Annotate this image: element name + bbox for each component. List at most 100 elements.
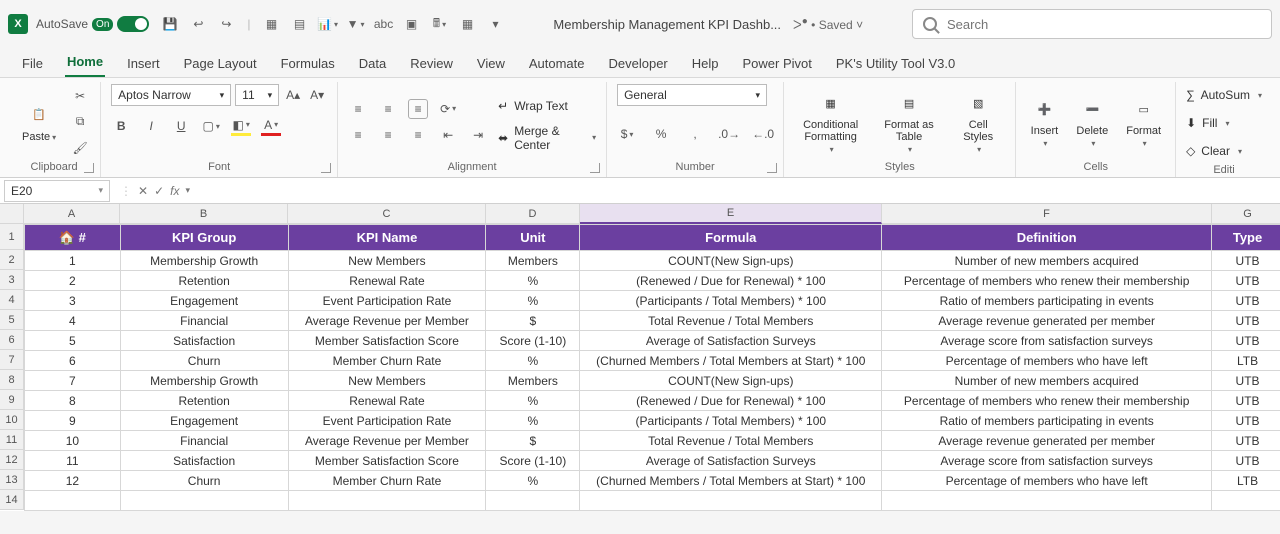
- cell[interactable]: 8: [25, 391, 121, 411]
- cell[interactable]: UTB: [1212, 251, 1280, 271]
- increase-decimal-icon[interactable]: .0→: [719, 124, 739, 144]
- cell[interactable]: Members: [486, 251, 580, 271]
- borders-icon[interactable]: ▦: [263, 15, 281, 33]
- header-cell-E[interactable]: Formula: [580, 225, 882, 251]
- autosum-button[interactable]: ∑AutoSum: [1186, 84, 1262, 106]
- cell[interactable]: Financial: [120, 311, 288, 331]
- accounting-format-icon[interactable]: $: [617, 124, 637, 144]
- column-header-B[interactable]: B: [120, 204, 288, 224]
- ribbon-tab-automate[interactable]: Automate: [527, 52, 587, 77]
- ribbon-tab-review[interactable]: Review: [408, 52, 455, 77]
- cell[interactable]: Score (1-10): [486, 451, 580, 471]
- redo-icon[interactable]: ↪: [217, 15, 235, 33]
- cell[interactable]: New Members: [288, 251, 486, 271]
- fill-color-button[interactable]: ◧: [231, 116, 251, 136]
- cell[interactable]: Renewal Rate: [288, 391, 486, 411]
- orientation-icon[interactable]: ⟳: [438, 99, 458, 119]
- cell[interactable]: UTB: [1212, 291, 1280, 311]
- cell[interactable]: COUNT(New Sign-ups): [580, 251, 882, 271]
- fx-icon[interactable]: fx: [170, 184, 179, 198]
- cell[interactable]: UTB: [1212, 391, 1280, 411]
- cancel-formula-icon[interactable]: ✕: [138, 184, 148, 198]
- cell[interactable]: %: [486, 391, 580, 411]
- comma-format-icon[interactable]: ,: [685, 124, 705, 144]
- row-header-13[interactable]: 13: [0, 470, 24, 490]
- fx-dropdown-icon[interactable]: ▾: [185, 185, 190, 196]
- cell[interactable]: [25, 491, 121, 511]
- cell[interactable]: (Churned Members / Total Members at Star…: [580, 471, 882, 491]
- cell[interactable]: Event Participation Rate: [288, 411, 486, 431]
- cell[interactable]: Churn: [120, 471, 288, 491]
- cell[interactable]: %: [486, 291, 580, 311]
- column-header-E[interactable]: E: [580, 204, 882, 224]
- decrease-decimal-icon[interactable]: ←.0: [753, 124, 773, 144]
- merge-center-button[interactable]: ⬌Merge & Center: [498, 127, 596, 149]
- row-header-14[interactable]: 14: [0, 490, 24, 510]
- cell[interactable]: Member Churn Rate: [288, 471, 486, 491]
- cell[interactable]: [882, 491, 1212, 511]
- ribbon-tab-data[interactable]: Data: [357, 52, 388, 77]
- ribbon-tab-home[interactable]: Home: [65, 50, 105, 77]
- cut-icon[interactable]: ✂: [70, 86, 90, 106]
- saved-status[interactable]: ᐳ● • Saved ˅: [793, 16, 863, 32]
- spellcheck-icon[interactable]: abc: [375, 15, 393, 33]
- format-as-table-button[interactable]: ▤ Format as Table: [877, 87, 941, 156]
- cell-styles-button[interactable]: ▧ Cell Styles: [951, 87, 1005, 156]
- cell[interactable]: Percentage of members who have left: [882, 471, 1212, 491]
- enter-formula-icon[interactable]: ✓: [154, 184, 164, 198]
- macros-icon[interactable]: ▦: [459, 15, 477, 33]
- align-middle-icon[interactable]: ≡: [378, 99, 398, 119]
- cell[interactable]: (Churned Members / Total Members at Star…: [580, 351, 882, 371]
- header-cell-G[interactable]: Type: [1212, 225, 1280, 251]
- search-input[interactable]: [945, 16, 1261, 33]
- ribbon-tab-page-layout[interactable]: Page Layout: [182, 52, 259, 77]
- number-format-select[interactable]: General▾: [617, 84, 767, 106]
- cell[interactable]: [580, 491, 882, 511]
- cell[interactable]: Percentage of members who have left: [882, 351, 1212, 371]
- percent-format-icon[interactable]: %: [651, 124, 671, 144]
- increase-indent-icon[interactable]: ⇥: [468, 125, 488, 145]
- row-header-5[interactable]: 5: [0, 310, 24, 330]
- cell[interactable]: Average Revenue per Member: [288, 311, 486, 331]
- row-header-1[interactable]: 1: [0, 224, 24, 250]
- conditional-formatting-button[interactable]: ▦ Conditional Formatting: [794, 87, 867, 156]
- header-cell-F[interactable]: Definition: [882, 225, 1212, 251]
- cell[interactable]: Percentage of members who renew their me…: [882, 391, 1212, 411]
- borders-button[interactable]: ▢: [201, 116, 221, 136]
- row-header-11[interactable]: 11: [0, 430, 24, 450]
- cell[interactable]: Engagement: [120, 411, 288, 431]
- cell[interactable]: 1: [25, 251, 121, 271]
- decrease-font-icon[interactable]: A▾: [307, 85, 327, 105]
- select-all-corner[interactable]: [0, 204, 24, 224]
- row-header-10[interactable]: 10: [0, 410, 24, 430]
- align-center-icon[interactable]: ≡: [378, 125, 398, 145]
- cell[interactable]: Average revenue generated per member: [882, 311, 1212, 331]
- search-box[interactable]: [912, 9, 1272, 39]
- cell[interactable]: 12: [25, 471, 121, 491]
- calc-icon[interactable]: 🖩: [431, 15, 449, 33]
- cell[interactable]: UTB: [1212, 431, 1280, 451]
- italic-button[interactable]: I: [141, 116, 161, 136]
- cell[interactable]: $: [486, 431, 580, 451]
- cell[interactable]: Renewal Rate: [288, 271, 486, 291]
- cell[interactable]: Average of Satisfaction Surveys: [580, 331, 882, 351]
- cell[interactable]: Members: [486, 371, 580, 391]
- cell[interactable]: (Renewed / Due for Renewal) * 100: [580, 391, 882, 411]
- ribbon-tab-power-pivot[interactable]: Power Pivot: [741, 52, 814, 77]
- cell[interactable]: Ratio of members participating in events: [882, 411, 1212, 431]
- cell[interactable]: 4: [25, 311, 121, 331]
- dialog-launcher-font[interactable]: [321, 163, 331, 173]
- increase-font-icon[interactable]: A▴: [283, 85, 303, 105]
- cell[interactable]: New Members: [288, 371, 486, 391]
- cell[interactable]: Satisfaction: [120, 331, 288, 351]
- header-cell-A[interactable]: 🏠 #: [25, 225, 121, 251]
- cell[interactable]: Average of Satisfaction Surveys: [580, 451, 882, 471]
- cell[interactable]: Number of new members acquired: [882, 251, 1212, 271]
- wrap-text-button[interactable]: ↵Wrap Text: [498, 95, 596, 117]
- row-header-2[interactable]: 2: [0, 250, 24, 270]
- cell[interactable]: Retention: [120, 271, 288, 291]
- font-color-button[interactable]: A: [261, 116, 281, 136]
- cell[interactable]: 2: [25, 271, 121, 291]
- cell[interactable]: 10: [25, 431, 121, 451]
- cell[interactable]: Financial: [120, 431, 288, 451]
